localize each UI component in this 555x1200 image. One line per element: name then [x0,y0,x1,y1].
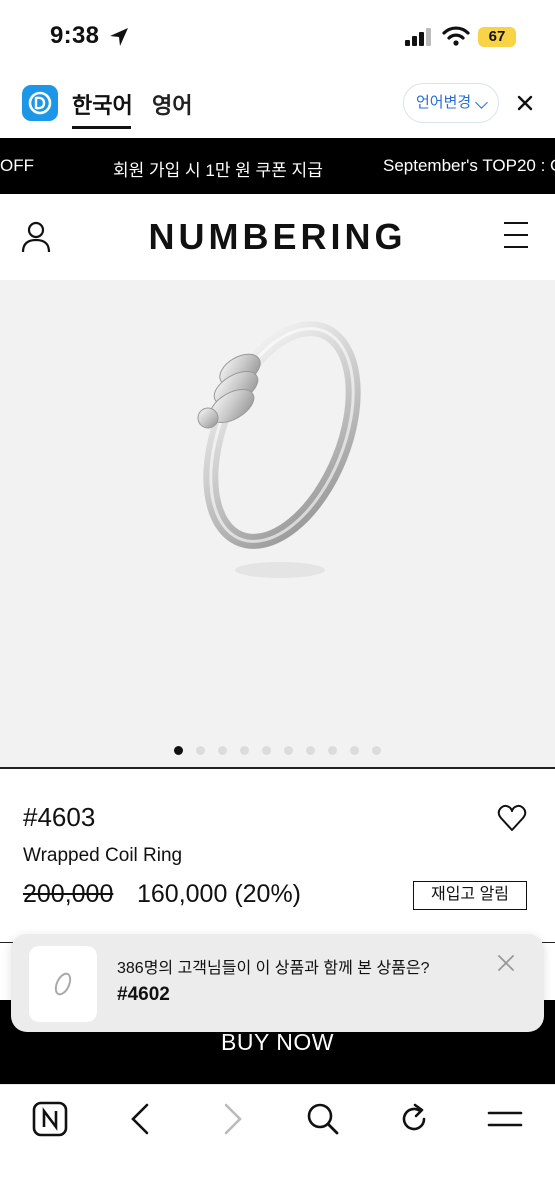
pagination-dot[interactable] [262,746,271,756]
papago-logo-icon [22,85,58,121]
wishlist-heart-icon[interactable] [497,803,527,833]
pagination-dot-active[interactable] [174,746,183,756]
hamburger-menu-icon[interactable] [502,220,530,250]
product-name: Wrapped Coil Ring [23,845,183,866]
pagination-dot[interactable] [306,746,315,756]
change-language-button[interactable]: 언어변경 [403,83,499,123]
related-product-sku[interactable]: #4602 [117,984,170,1006]
marquee-item: OFF [0,156,34,175]
search-icon[interactable] [305,1101,341,1137]
back-arrow-icon[interactable] [123,1101,159,1137]
refresh-icon[interactable] [396,1101,432,1137]
pagination-dot[interactable] [284,746,293,756]
pagination-dot[interactable] [196,746,205,756]
language-tab-english[interactable]: 영어 [152,88,192,120]
divider [0,767,555,769]
ring-thumbnail-icon [54,972,72,996]
gallery-pagination [0,742,555,760]
change-language-label: 언어변경 [416,94,472,111]
browser-toolbar [0,1084,555,1200]
close-translate-icon[interactable] [514,92,536,114]
restock-alert-button[interactable]: 재입고 알림 [413,881,527,910]
site-logo[interactable]: NUMBERING [0,216,555,258]
pagination-dot[interactable] [240,746,249,756]
wifi-icon [442,26,470,46]
forward-arrow-icon[interactable] [214,1101,250,1137]
pagination-dot[interactable] [218,746,227,756]
promo-marquee[interactable]: OFF 회원 가입 시 1만 원 쿠폰 지급 September's TOP20… [0,138,555,194]
pagination-dot[interactable] [372,746,381,756]
clock: 9:38 [50,22,100,49]
close-popup-icon[interactable] [497,954,515,972]
marquee-item: 회원 가입 시 1만 원 쿠폰 지급 [113,161,323,180]
cellular-signal-icon [405,28,431,46]
sale-price: 160,000 (20%) [137,880,302,908]
language-tab-korean[interactable]: 한국어 [72,88,133,120]
site-header: NUMBERING [0,194,555,280]
menu-icon[interactable] [487,1101,523,1137]
product-image-gallery[interactable] [0,280,555,768]
popup-message: 386명의 고객님들이 이 상품과 함께 본 상품은? [117,960,430,977]
location-arrow-icon [110,28,128,46]
recommendation-popup[interactable]: 386명의 고객님들이 이 상품과 함께 본 상품은? #4602 [11,934,544,1032]
pagination-dot[interactable] [328,746,337,756]
product-sku: #4603 [23,802,96,832]
active-language-underline [72,126,131,129]
chevron-down-icon [475,96,488,109]
naver-home-icon[interactable] [32,1101,68,1137]
translate-bar: 한국어 영어 언어변경 [0,72,555,138]
original-price: 200,000 [23,880,114,908]
related-product-thumbnail[interactable] [29,946,97,1022]
pagination-dot[interactable] [350,746,359,756]
ring-product-image [197,321,361,578]
battery-indicator: 67 [478,27,516,47]
marquee-item: September's TOP20 : Gi [383,156,555,175]
status-bar: 9:38 67 [0,0,555,72]
